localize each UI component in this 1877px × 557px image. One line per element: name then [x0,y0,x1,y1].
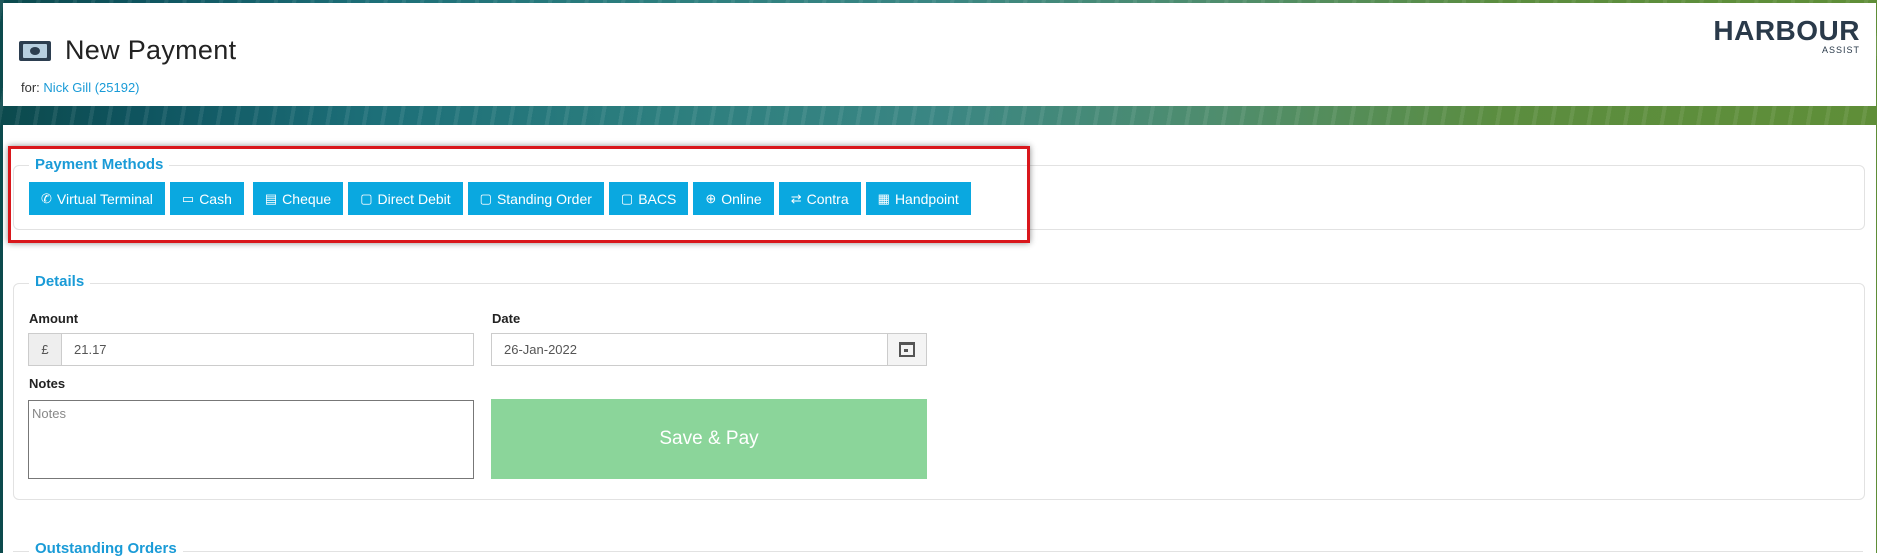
save-and-pay-button[interactable]: Save & Pay [491,399,927,479]
calendar-icon [899,342,915,357]
details-legend: Details [29,273,91,290]
amount-label: Amount [29,311,79,326]
amount-input-group: £ 21.17 [28,333,474,366]
date-input[interactable]: 26-Jan-2022 [492,334,887,365]
page-title: New Payment [65,35,237,65]
for-label: for: [21,80,40,95]
notes-textarea[interactable]: Notes [28,400,474,479]
logo-main-text: HARBOUR [1713,15,1860,46]
date-label: Date [492,311,521,326]
currency-addon: £ [29,334,62,365]
harbour-assist-logo: HARBOUR ASSIST [1713,15,1860,56]
customer-line: for: Nick Gill (25192) [21,80,140,95]
cash-icon [19,40,51,61]
payment-methods-highlight [8,146,1030,243]
main-content: Payment Methods ✆ Virtual Terminal ▭ Cas… [3,125,1876,557]
outstanding-orders-panel [13,551,1863,552]
notes-label: Notes [29,376,66,391]
amount-input[interactable]: 21.17 [62,334,473,365]
customer-link[interactable]: Nick Gill (25192) [43,80,139,95]
date-picker-button[interactable] [887,334,926,365]
page-title-row: New Payment [19,35,236,66]
page-header: New Payment for: Nick Gill (25192) HARBO… [3,3,1876,106]
logo-sub-text: ASSIST [1821,45,1860,55]
outstanding-orders-legend: Outstanding Orders [29,540,183,557]
date-input-group: 26-Jan-2022 [491,333,927,366]
